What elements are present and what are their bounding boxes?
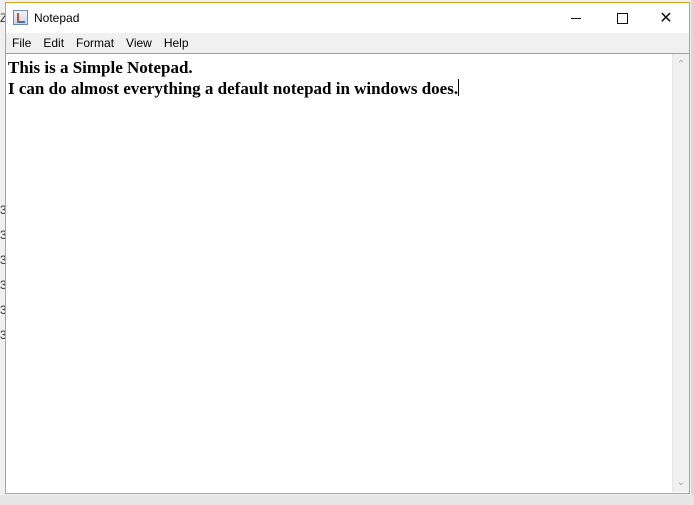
close-button[interactable]: ✕ [643, 3, 689, 33]
desktop-background-bottom [0, 495, 694, 505]
menu-help[interactable]: Help [158, 33, 195, 53]
maximize-button[interactable] [599, 3, 645, 33]
menu-bar: File Edit Format View Help [6, 33, 689, 53]
text-caret [458, 79, 460, 96]
menu-format[interactable]: Format [70, 33, 120, 53]
menu-view[interactable]: View [120, 33, 158, 53]
scroll-up-arrow-icon[interactable]: ⌃ [673, 56, 689, 72]
menu-file[interactable]: File [6, 33, 37, 53]
minimize-icon [571, 17, 581, 19]
vertical-scrollbar[interactable]: ⌃ ⌄ [672, 54, 689, 492]
editor-line-1: This is a Simple Notepad. [8, 58, 193, 77]
notepad-window: Notepad ✕ File Edit Format View Help Thi… [5, 2, 690, 494]
scroll-down-arrow-icon[interactable]: ⌄ [673, 474, 689, 490]
notepad-java-icon [13, 10, 28, 25]
title-bar[interactable]: Notepad ✕ [6, 3, 689, 33]
menu-edit[interactable]: Edit [37, 33, 70, 53]
minimize-button[interactable] [553, 3, 599, 33]
text-editor-area[interactable]: This is a Simple Notepad. I can do almos… [8, 57, 670, 491]
maximize-icon [616, 12, 628, 24]
close-icon: ✕ [659, 8, 673, 27]
editor-frame: This is a Simple Notepad. I can do almos… [6, 53, 689, 493]
editor-line-2: I can do almost everything a default not… [8, 79, 459, 98]
window-title: Notepad [34, 11, 80, 25]
